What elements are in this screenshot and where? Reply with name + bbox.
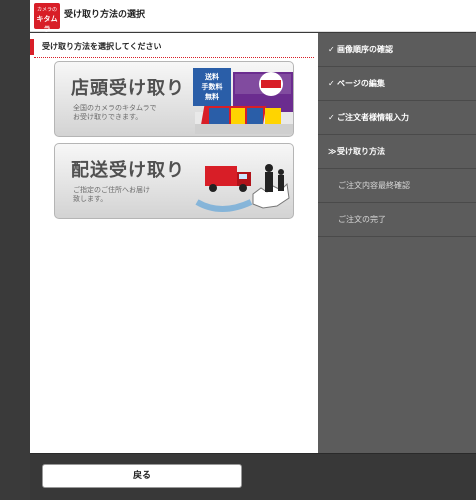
main-content: 受け取り方法を選択してください 店頭受け取り 全国のカメラのキタムラで お受け取… xyxy=(30,33,318,453)
step-label: ページの編集 xyxy=(337,79,385,88)
header-bar: カメラの キタムラ 受け取り方法の選択 xyxy=(30,0,476,33)
step-image-order: ✓ 画像順序の確認 xyxy=(318,33,476,67)
step-label: 受け取り方法 xyxy=(337,147,385,156)
section-title: 受け取り方法を選択してください xyxy=(30,39,318,55)
left-background-strip xyxy=(0,0,30,500)
progress-sidebar: ✓ 画像順序の確認 ✓ ページの編集 ✓ ご注文者様情報入力 ≫受け取り方法 ご注文内… xyxy=(318,33,476,453)
section-divider xyxy=(34,57,314,58)
logo-line1: カメラの xyxy=(36,7,57,13)
page-title: 受け取り方法の選択 xyxy=(64,10,146,20)
step-label: 画像順序の確認 xyxy=(337,45,393,54)
store-pickup-option[interactable]: 店頭受け取り 全国のカメラのキタムラで お受け取りできます。 送料 手数料 無料 xyxy=(54,61,294,137)
step-order-confirm: ご注文内容最終確認 xyxy=(318,169,476,203)
check-icon: ✓ xyxy=(328,45,335,54)
step-receive-method: ≫受け取り方法 xyxy=(318,135,476,169)
logo-line2: キタムラ xyxy=(36,15,58,33)
step-page-edit: ✓ ページの編集 xyxy=(318,67,476,101)
check-icon: ✓ xyxy=(328,113,335,122)
delivery-truck-icon xyxy=(195,164,290,212)
step-label: ご注文者様情報入力 xyxy=(337,113,409,122)
step-order-complete: ご注文の完了 xyxy=(318,203,476,237)
delivery-description: ご指定のご住所へお届け 致します。 xyxy=(73,186,150,203)
kitamura-logo: カメラの キタムラ xyxy=(34,3,60,33)
double-chevron-right-icon: ≫ xyxy=(328,147,337,156)
back-button[interactable]: 戻る xyxy=(42,464,242,488)
delivery-title: 配送受け取り xyxy=(71,160,185,181)
store-pickup-description: 全国のカメラのキタムラで お受け取りできます。 xyxy=(73,104,157,121)
store-pickup-title: 店頭受け取り xyxy=(71,78,185,99)
step-label: ご注文内容最終確認 xyxy=(338,181,410,190)
footer-bar: 戻る xyxy=(30,453,476,500)
delivery-option[interactable]: 配送受け取り ご指定のご住所へお届け 致します。 xyxy=(54,143,294,219)
check-icon: ✓ xyxy=(328,79,335,88)
free-shipping-badge: 送料 手数料 無料 xyxy=(193,68,231,106)
step-label: ご注文の完了 xyxy=(338,215,386,224)
step-customer-info: ✓ ご注文者様情報入力 xyxy=(318,101,476,135)
